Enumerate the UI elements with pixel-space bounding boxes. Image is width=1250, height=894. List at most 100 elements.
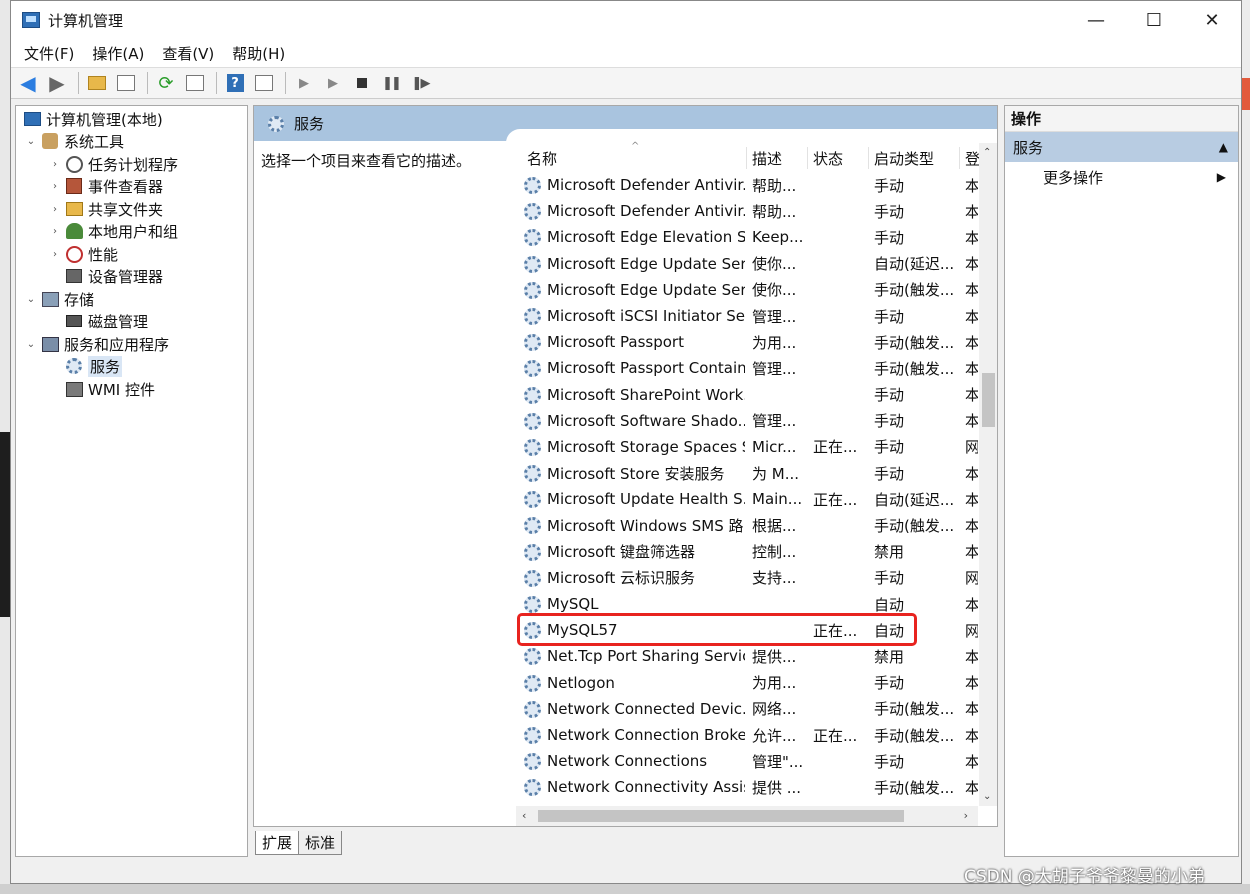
service-row[interactable]: Net.Tcp Port Sharing Service 提供... 禁用 本 — [516, 643, 978, 669]
gear-icon — [524, 491, 541, 509]
more-actions[interactable]: 更多操作 ▶ — [1005, 162, 1238, 192]
tree-node-system-tools[interactable]: ⌄ 系统工具 — [24, 130, 124, 152]
service-row[interactable]: Network Connected Devic... 网络... 手动(触发... 本 — [516, 696, 978, 722]
tree-node-local-users[interactable]: › 本地用户和组 — [48, 220, 178, 242]
menu-view[interactable]: 查看(V) — [153, 43, 223, 64]
back-arrow-icon[interactable]: ◀ — [15, 71, 41, 95]
export-list-icon[interactable] — [182, 71, 208, 95]
column-logon[interactable]: 登 — [965, 148, 980, 169]
actions-section-services[interactable]: 服务 ▲ — [1005, 132, 1238, 162]
start-service-alt-icon[interactable]: ▶ — [320, 71, 346, 95]
service-row[interactable]: Microsoft SharePoint Work... 手动 本 — [516, 382, 978, 408]
service-row[interactable]: Microsoft Update Health S... Main... 正在...… — [516, 486, 978, 512]
show-hide-tree-icon[interactable] — [113, 71, 139, 95]
tree-node-performance[interactable]: › 性能 — [48, 243, 118, 265]
service-row[interactable]: Microsoft Edge Update Ser... 使你... 自动(延迟..… — [516, 251, 978, 277]
tree-node-root[interactable]: 计算机管理(本地) — [20, 108, 163, 130]
scroll-up-icon[interactable]: ⌃ — [983, 147, 991, 158]
tree-node-device-manager[interactable]: 设备管理器 — [62, 265, 163, 287]
column-startup-type[interactable]: 启动类型 — [874, 148, 934, 169]
service-name: Microsoft 云标识服务 — [547, 569, 696, 588]
tree-node-storage[interactable]: ⌄ 存储 — [24, 288, 94, 310]
column-divider[interactable] — [746, 147, 747, 169]
service-row[interactable]: Network Connection Broker 允许... 正在... 手动(触发… — [516, 722, 978, 748]
stop-service-icon[interactable] — [349, 71, 375, 95]
service-row[interactable]: Microsoft Edge Update Ser... 使你... 手动(触发..… — [516, 277, 978, 303]
service-row[interactable]: Microsoft Windows SMS 路... 根据... 手动(触发... 本 — [516, 512, 978, 538]
start-service-icon[interactable]: ▶ — [291, 71, 317, 95]
forward-arrow-icon[interactable]: ▶ — [44, 71, 70, 95]
view-tabs: 扩展 标准 — [255, 831, 343, 855]
service-name: Network Connections — [547, 752, 708, 771]
horizontal-scroll-thumb[interactable] — [538, 810, 904, 822]
collapse-chevron-icon[interactable]: ⌄ — [24, 294, 38, 305]
scroll-right-icon[interactable]: › — [964, 809, 968, 822]
service-row[interactable]: Microsoft Passport 为用... 手动(触发... 本 — [516, 329, 978, 355]
column-divider[interactable] — [807, 147, 808, 169]
service-row[interactable]: Microsoft 键盘筛选器 控制... 禁用 本 — [516, 539, 978, 565]
column-description[interactable]: 描述 — [752, 148, 782, 169]
scroll-left-icon[interactable]: ‹ — [522, 809, 526, 822]
tree-node-event-viewer[interactable]: › 事件查看器 — [48, 175, 163, 197]
tree-node-services[interactable]: 服务 — [62, 355, 123, 377]
vertical-scroll-thumb[interactable] — [982, 373, 995, 427]
collapse-chevron-icon[interactable]: ⌄ — [24, 339, 38, 350]
tree-node-services-apps[interactable]: ⌄ 服务和应用程序 — [24, 333, 169, 355]
refresh-icon[interactable]: ⟳ — [153, 71, 179, 95]
service-row[interactable]: Microsoft Edge Elevation S... Keep... 手动 本 — [516, 224, 978, 250]
vertical-scrollbar[interactable]: ⌃ ⌄ — [979, 143, 997, 806]
minimize-button[interactable]: — — [1067, 1, 1125, 39]
tree-node-disk-management[interactable]: 磁盘管理 — [62, 310, 148, 332]
collapse-triangle-icon[interactable]: ▲ — [1219, 140, 1228, 154]
service-row[interactable]: MySQL 自动 本 — [516, 591, 978, 617]
computer-icon — [22, 110, 42, 128]
service-row[interactable]: Microsoft Store 安装服务 为 M... 手动 本 — [516, 460, 978, 486]
column-divider[interactable] — [959, 147, 960, 169]
menu-action[interactable]: 操作(A) — [83, 43, 153, 64]
gear-icon — [524, 255, 541, 273]
expand-chevron-icon[interactable]: › — [48, 226, 62, 237]
show-action-pane-icon[interactable] — [251, 71, 277, 95]
service-row[interactable]: Microsoft Storage Spaces S... Micr... 正在..… — [516, 434, 978, 460]
service-description: 支持... — [752, 569, 797, 588]
maximize-button[interactable]: ☐ — [1125, 1, 1183, 39]
service-row[interactable]: Network Connections 管理"... 手动 本 — [516, 748, 978, 774]
service-logon: 本 — [965, 777, 978, 798]
service-row[interactable]: Microsoft Defender Antivir... 帮助... 手动 本 — [516, 172, 978, 198]
tree-node-shared-folders[interactable]: › 共享文件夹 — [48, 198, 163, 220]
expand-chevron-icon[interactable]: › — [48, 204, 62, 215]
tab-standard[interactable]: 标准 — [298, 831, 343, 855]
scroll-down-icon[interactable]: ⌄ — [983, 791, 991, 802]
menu-file[interactable]: 文件(F) — [15, 43, 83, 64]
column-name[interactable]: 名称 — [527, 148, 557, 169]
service-row[interactable]: Microsoft Defender Antivir... 帮助... 手动 本 — [516, 198, 978, 224]
resume-service-icon[interactable]: ❚▶ — [407, 71, 433, 95]
service-row[interactable]: Microsoft Passport Container 管理... 手动(触发..… — [516, 355, 978, 381]
service-row[interactable]: Microsoft iSCSI Initiator Ser... 管理... 手动 本 — [516, 303, 978, 329]
service-row[interactable]: Microsoft Software Shado... 管理... 手动 本 — [516, 408, 978, 434]
pause-service-icon[interactable]: ❚❚ — [378, 71, 404, 95]
horizontal-scrollbar[interactable]: ‹ › — [516, 806, 978, 826]
tab-extended[interactable]: 扩展 — [255, 831, 300, 855]
service-row[interactable]: Netlogon 为用... 手动 本 — [516, 670, 978, 696]
service-row[interactable]: MySQL57 正在... 自动 网 — [516, 617, 978, 643]
service-name: Microsoft 键盘筛选器 — [547, 543, 696, 562]
tree-node-wmi[interactable]: WMI 控件 — [62, 378, 155, 400]
toolbar-separator — [78, 72, 79, 94]
service-row[interactable]: Microsoft 云标识服务 支持... 手动 网 — [516, 565, 978, 591]
column-divider[interactable] — [868, 147, 869, 169]
tree-node-task-scheduler[interactable]: › 任务计划程序 — [48, 153, 178, 175]
title-bar[interactable]: 计算机管理 — ☐ ✕ — [11, 1, 1241, 39]
expand-chevron-icon[interactable]: › — [48, 159, 62, 170]
service-description: 为用... — [752, 674, 797, 693]
service-row[interactable]: Network Connectivity Assis... 提供 ... 手动(触发… — [516, 774, 978, 800]
column-status[interactable]: 状态 — [813, 148, 843, 169]
expand-chevron-icon[interactable]: › — [48, 181, 62, 192]
service-description: 使你... — [752, 255, 797, 274]
up-folder-icon[interactable] — [84, 71, 110, 95]
close-button[interactable]: ✕ — [1183, 1, 1241, 39]
expand-chevron-icon[interactable]: › — [48, 249, 62, 260]
help-icon[interactable]: ? — [222, 71, 248, 95]
collapse-chevron-icon[interactable]: ⌄ — [24, 136, 38, 147]
menu-help[interactable]: 帮助(H) — [223, 43, 294, 64]
